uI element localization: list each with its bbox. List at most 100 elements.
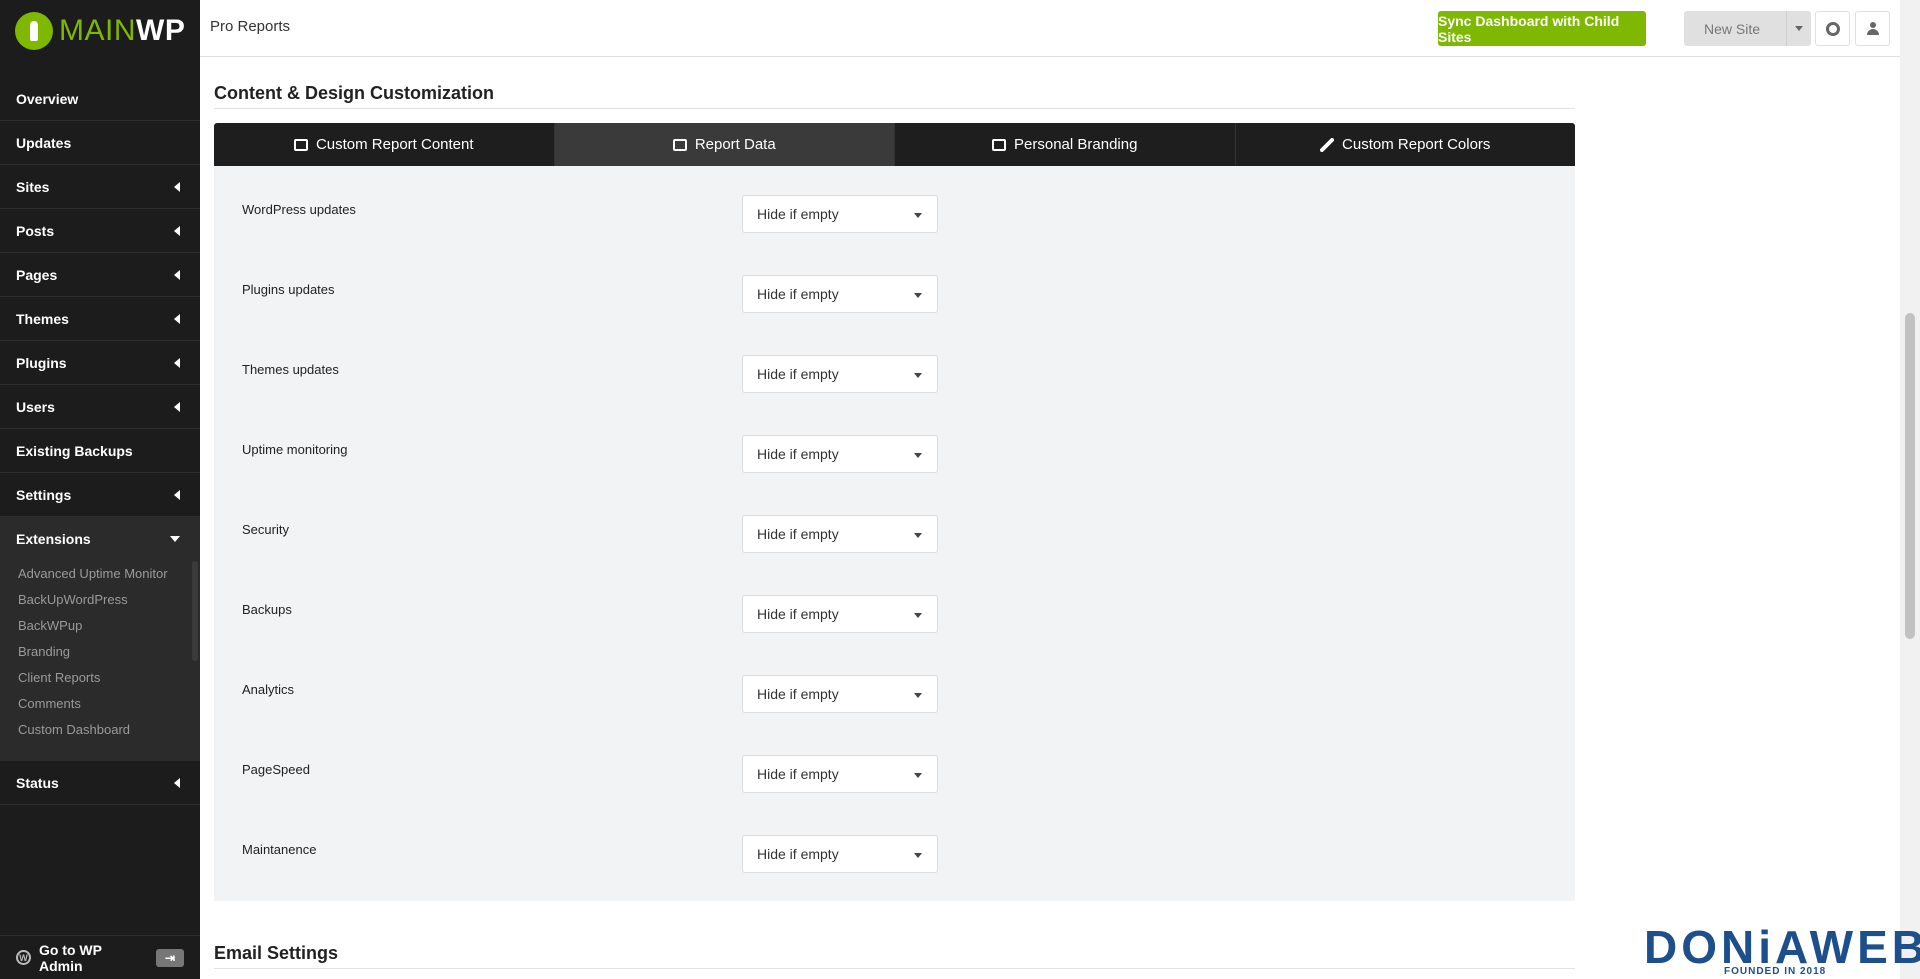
sidebar-item-label: Extensions — [16, 531, 91, 547]
chevron-down-icon — [914, 773, 922, 778]
new-site-label: New Site — [1704, 20, 1761, 37]
tab-label: Personal Branding — [1014, 136, 1138, 153]
sign-out-icon: ⇥ — [156, 948, 184, 967]
visibility-select[interactable]: Hide if empty — [742, 835, 938, 873]
select-value: Hide if empty — [757, 446, 839, 462]
tab-custom-report-content[interactable]: Custom Report Content — [214, 123, 555, 166]
doniaweb-watermark-logo: DONiAWEB FOUNDED IN 2018 — [1644, 921, 1920, 979]
caret-left-icon — [174, 181, 180, 192]
tab-personal-branding[interactable]: Personal Branding — [895, 123, 1236, 166]
section-divider — [214, 108, 1575, 109]
sidebar: MAINWP Overview Updates Sites Posts Page… — [0, 0, 200, 979]
row-label: Themes updates — [242, 362, 339, 377]
sync-dashboard-button[interactable]: Sync Dashboard with Child Sites — [1438, 11, 1646, 46]
visibility-select[interactable]: Hide if empty — [742, 755, 938, 793]
page-scrollbar-thumb[interactable] — [1905, 313, 1915, 639]
mainwp-logo-text: MAINWP — [59, 14, 186, 47]
submenu-item-client-reports[interactable]: Client Reports — [0, 671, 200, 684]
email-settings-title: Email Settings — [214, 943, 339, 963]
new-site-button[interactable]: New Site — [1684, 11, 1811, 46]
chevron-down-icon — [914, 373, 922, 378]
submenu-item-branding[interactable]: Branding — [0, 645, 200, 658]
select-value: Hide if empty — [757, 206, 839, 222]
report-data-panel: WordPress updates Hide if empty Plugins … — [214, 166, 1575, 901]
tab-label: Custom Report Colors — [1342, 136, 1491, 153]
section-divider — [214, 968, 1575, 969]
caret-left-icon — [174, 489, 180, 500]
sidebar-item-label: Updates — [16, 134, 72, 151]
caret-down-icon — [170, 536, 180, 542]
sidebar-item-label: Status — [16, 774, 59, 791]
extensions-submenu: Advanced Uptime Monitor BackUpWordPress … — [0, 561, 200, 761]
sidebar-item-overview[interactable]: Overview — [0, 77, 200, 121]
report-data-row: WordPress updates Hide if empty — [242, 195, 942, 235]
sidebar-item-label: Themes — [16, 310, 69, 327]
sidebar-item-sites[interactable]: Sites — [0, 165, 200, 209]
help-button[interactable] — [1815, 11, 1850, 46]
chevron-down-icon — [914, 453, 922, 458]
sidebar-item-posts[interactable]: Posts — [0, 209, 200, 253]
sidebar-item-users[interactable]: Users — [0, 385, 200, 429]
sidebar-item-themes[interactable]: Themes — [0, 297, 200, 341]
watermark-text: DONiAWEB — [1644, 921, 1920, 973]
chevron-down-icon — [914, 293, 922, 298]
visibility-select[interactable]: Hide if empty — [742, 275, 938, 313]
visibility-select[interactable]: Hide if empty — [742, 435, 938, 473]
row-label: Maintanence — [242, 842, 317, 857]
caret-left-icon — [174, 269, 180, 280]
new-site-dropdown-toggle[interactable] — [1786, 11, 1811, 46]
go-to-wp-admin-label: Go to WP Admin — [38, 941, 102, 974]
caret-left-icon — [174, 401, 180, 412]
sidebar-item-plugins[interactable]: Plugins — [0, 341, 200, 385]
visibility-select[interactable]: Hide if empty — [742, 355, 938, 393]
select-value: Hide if empty — [757, 526, 839, 542]
sidebar-nav: Overview Updates Sites Posts Pages Theme… — [0, 77, 200, 805]
edit-icon — [293, 138, 308, 151]
select-value: Hide if empty — [757, 606, 839, 622]
lifebuoy-icon — [1825, 21, 1840, 36]
mainwp-logo[interactable]: MAINWP — [0, 0, 200, 62]
sidebar-item-settings[interactable]: Settings — [0, 473, 200, 517]
user-menu-button[interactable] — [1855, 11, 1890, 46]
checkbox-icon — [672, 138, 687, 151]
sidebar-item-updates[interactable]: Updates — [0, 121, 200, 165]
sidebar-item-pages[interactable]: Pages — [0, 253, 200, 297]
chevron-down-icon — [1795, 26, 1803, 31]
image-icon — [992, 138, 1007, 151]
report-data-row: Analytics Hide if empty — [242, 675, 942, 715]
page-title: Pro Reports — [210, 18, 291, 35]
sidebar-item-label: Sites — [16, 178, 50, 195]
sidebar-item-label: Overview — [16, 90, 79, 107]
row-label: Plugins updates — [242, 282, 335, 297]
caret-left-icon — [174, 357, 180, 368]
visibility-select[interactable]: Hide if empty — [742, 195, 938, 233]
visibility-select[interactable]: Hide if empty — [742, 675, 938, 713]
sidebar-item-extensions[interactable]: Extensions — [0, 517, 200, 561]
submenu-item-backwpup[interactable]: BackWPup — [0, 619, 200, 632]
visibility-select[interactable]: Hide if empty — [742, 515, 938, 553]
go-to-wp-admin-link[interactable]: W Go to WP Admin ⇥ — [0, 935, 200, 979]
tab-report-data[interactable]: Report Data — [554, 123, 895, 173]
report-data-row: Uptime monitoring Hide if empty — [242, 435, 942, 475]
report-data-row: Security Hide if empty — [242, 515, 942, 555]
customization-tabs: Custom Report Content Report Data Person… — [214, 123, 1576, 173]
select-value: Hide if empty — [757, 766, 839, 782]
chevron-down-icon — [914, 853, 922, 858]
submenu-item-comments[interactable]: Comments — [0, 697, 200, 710]
submenu-item-custom-dashboard[interactable]: Custom Dashboard — [0, 723, 200, 736]
caret-left-icon — [174, 225, 180, 236]
submenu-item-backupwordpress[interactable]: BackUpWordPress — [0, 593, 200, 606]
row-label: PageSpeed — [242, 762, 310, 777]
section-title: Content & Design Customization — [214, 83, 494, 103]
page-scrollbar[interactable] — [1900, 0, 1920, 979]
chevron-down-icon — [914, 613, 922, 618]
caret-left-icon — [174, 777, 180, 788]
chevron-down-icon — [914, 533, 922, 538]
row-label: WordPress updates — [242, 202, 356, 217]
submenu-item-advanced-uptime-monitor[interactable]: Advanced Uptime Monitor — [0, 567, 200, 580]
sidebar-item-status[interactable]: Status — [0, 761, 200, 805]
submenu-scrollbar[interactable] — [192, 561, 198, 661]
sidebar-item-existing-backups[interactable]: Existing Backups — [0, 429, 200, 473]
visibility-select[interactable]: Hide if empty — [742, 595, 938, 633]
tab-custom-report-colors[interactable]: Custom Report Colors — [1236, 123, 1576, 166]
